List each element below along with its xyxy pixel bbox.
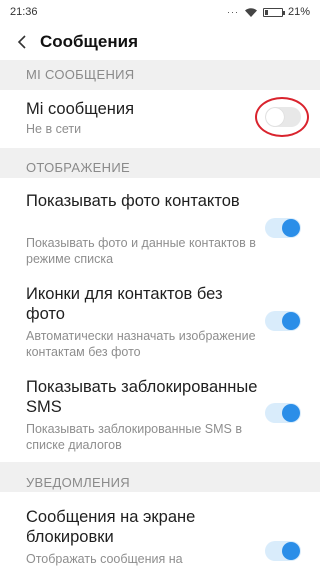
section-header-notifications: УВЕДОМЛЕНИЯ (26, 475, 130, 490)
back-arrow-icon[interactable] (4, 24, 40, 60)
setting-row-show-contact-photos[interactable]: Показывать фото контактов Показывать фот… (0, 178, 320, 274)
battery-icon (262, 7, 285, 17)
show-contact-photos-toggle[interactable] (265, 218, 301, 238)
lockscreen-messages-toggle[interactable] (265, 541, 301, 561)
setting-title: Показывать фото контактов (26, 192, 240, 210)
setting-title: Показывать заблокированные SMS (26, 378, 258, 416)
setting-title: Иконки для контактов без фото (26, 285, 223, 323)
highlight-circle (255, 97, 309, 137)
section-header-display: ОТОБРАЖЕНИЕ (26, 160, 130, 175)
setting-subtitle: Отображать сообщения на (26, 552, 183, 566)
setting-row-show-blocked-sms[interactable]: Показывать заблокированные SMS Показыват… (0, 370, 320, 462)
toggle-knob (282, 542, 300, 560)
app-header: Сообщения (0, 24, 320, 60)
notification-dots-icon: ··· (226, 7, 239, 17)
wifi-icon (244, 7, 257, 17)
battery-percent: 21% (287, 6, 310, 18)
toggle-knob (282, 404, 300, 422)
setting-title: Сообщения на экране блокировки (26, 508, 196, 546)
setting-row-lockscreen-messages[interactable]: Сообщения на экране блокировки Отображат… (0, 492, 320, 569)
page-title: Сообщения (40, 32, 138, 51)
section-header-mi: MI СООБЩЕНИЯ (26, 67, 135, 82)
toggle-knob (282, 312, 300, 330)
icons-without-photo-toggle[interactable] (265, 311, 301, 331)
setting-row-icons-without-photo[interactable]: Иконки для контактов без фото Автоматиче… (0, 274, 320, 370)
setting-subtitle: Показывать заблокированные SMS в списке … (26, 422, 242, 452)
setting-subtitle: Не в сети (26, 122, 82, 136)
show-blocked-sms-toggle[interactable] (265, 403, 301, 423)
status-time: 21:36 (10, 6, 38, 18)
setting-subtitle: Показывать фото и данные контактов в реж… (26, 236, 256, 266)
status-bar: 21:36 ··· 21% (0, 0, 320, 24)
status-icons: ··· 21% (227, 6, 310, 18)
setting-title: Mi сообщения (26, 100, 135, 118)
toggle-knob (282, 219, 300, 237)
setting-subtitle: Автоматически назначать изображение конт… (26, 329, 256, 359)
